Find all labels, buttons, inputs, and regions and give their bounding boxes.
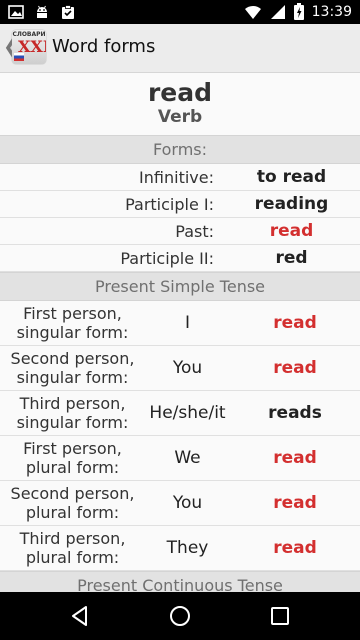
form-label: Past:: [175, 221, 214, 241]
present-simple-list: First person, singular form: Iread Second p…: [0, 301, 360, 571]
conjugation-row: Third person, plural form: They read: [0, 526, 360, 571]
conjugation-row: Third person, singular form: He/she/it read…: [0, 391, 360, 436]
form-value: read: [269, 221, 314, 241]
back-triangle-icon[interactable]: [68, 604, 92, 628]
person-label: First person, plural form:: [0, 439, 145, 477]
person-label-line-2: plural form:: [25, 503, 120, 522]
person-label-line-2: singular form:: [16, 413, 129, 432]
recents-square-icon[interactable]: [268, 604, 292, 628]
person-label: Third person, plural form:: [0, 529, 145, 567]
present-simple-header: Present Simple Tense: [0, 272, 360, 301]
person-label: Third person, singular form:: [0, 394, 145, 432]
wifi-icon: [244, 4, 262, 20]
pronoun: I: [184, 313, 190, 333]
form-row: Participle II: red: [0, 245, 360, 272]
cell-signal-icon: [270, 4, 286, 20]
part-of-speech: Verb: [157, 107, 203, 127]
flag-icon: [14, 53, 24, 61]
pronoun: You: [172, 358, 203, 378]
person-label-line-2: plural form:: [25, 458, 120, 477]
headword: read: [147, 78, 213, 107]
android-icon: [34, 4, 50, 20]
verb-form: reads: [268, 403, 322, 423]
conjugation-row: First person, singular form: Iread: [0, 301, 360, 346]
app-title: Word forms: [52, 36, 156, 57]
person-label-line-1: Third person,: [19, 394, 126, 413]
forms-header: Forms:: [0, 135, 360, 164]
form-row: Participle I: reading: [0, 191, 360, 218]
person-label-line-1: First person,: [23, 439, 122, 458]
person-label: Second person, plural form:: [0, 484, 145, 522]
pronoun: We: [174, 448, 201, 468]
pronoun: He/she/it: [149, 403, 226, 423]
verb-form: read: [273, 313, 317, 333]
conjugation-row: Second person, plural form: You read: [0, 481, 360, 526]
headword-block: read Verb: [0, 73, 360, 135]
app-logo[interactable]: СЛОВАРИ XXI: [12, 30, 46, 64]
forms-list: Infinitive: to read Participle I: reading Pa…: [0, 164, 360, 272]
person-label-line-1: Second person,: [10, 484, 135, 503]
verb-form: read: [273, 358, 317, 378]
present-continuous-header: Present Continuous Tense: [0, 571, 360, 592]
person-label: First person, singular form:: [0, 304, 145, 342]
person-label-line-1: First person,: [23, 304, 122, 323]
form-label: Infinitive:: [139, 167, 214, 187]
verb-form: read: [273, 493, 317, 513]
person-label-line-2: plural form:: [25, 548, 120, 567]
pronoun: You: [172, 493, 203, 513]
form-label: Participle I:: [125, 194, 214, 214]
person-label: Second person, singular form:: [0, 349, 145, 387]
form-row: Past: read: [0, 218, 360, 245]
pronoun: They: [166, 538, 209, 558]
form-value: red: [275, 248, 308, 268]
clock: 13:39: [311, 3, 352, 20]
clipboard-check-icon: [60, 4, 76, 20]
form-row: Infinitive: to read: [0, 164, 360, 191]
form-label: Participle II:: [120, 248, 214, 268]
verb-form: read: [273, 448, 317, 468]
form-value: reading: [254, 194, 329, 214]
person-label-line-1: Second person,: [10, 349, 135, 368]
conjugation-row: First person, plural form: We read: [0, 436, 360, 481]
navigation-bar: [0, 592, 360, 640]
status-bar: 13:39: [0, 0, 360, 24]
person-label-line-2: singular form:: [16, 323, 129, 342]
app-bar: ❮ СЛОВАРИ XXI Word forms: [0, 24, 360, 73]
person-label-line-2: singular form:: [16, 368, 129, 387]
home-circle-icon[interactable]: [168, 604, 192, 628]
form-value: to read: [256, 167, 327, 187]
image-icon: [8, 4, 24, 20]
verb-form: read: [273, 538, 317, 558]
battery-charging-icon: [293, 3, 304, 20]
person-label-line-1: Third person,: [19, 529, 126, 548]
word-forms-content[interactable]: read Verb Forms: Infinitive: to read Parti…: [0, 73, 360, 592]
conjugation-row: Second person, singular form: You read: [0, 346, 360, 391]
